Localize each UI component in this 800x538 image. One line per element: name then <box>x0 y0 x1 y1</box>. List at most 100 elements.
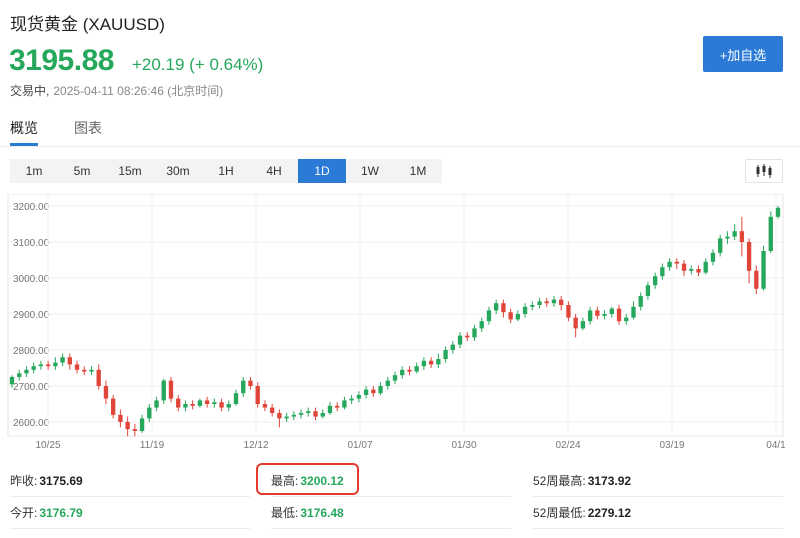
price-chart[interactable]: 3200.00 3100.00 3000.00 2900.00 2800.00 2700.… <box>0 194 800 456</box>
y-tick-label: 2800.00 <box>13 346 50 357</box>
add-watchlist-button[interactable]: +加自选 <box>703 36 783 72</box>
candle-body <box>269 407 275 413</box>
y-tick-label: 3100.00 <box>13 238 50 249</box>
candle-body <box>53 362 58 367</box>
candle-body <box>718 238 723 253</box>
candle-body <box>602 314 607 316</box>
candle-body <box>378 386 383 394</box>
stats-divider <box>533 528 783 529</box>
candle-body <box>725 236 730 239</box>
candle-body <box>248 380 253 386</box>
candle-body <box>111 398 116 415</box>
candle-body <box>132 429 138 431</box>
stats-divider <box>533 496 783 497</box>
period-4h[interactable]: 4H <box>250 159 298 183</box>
period-15m[interactable]: 15m <box>106 159 154 183</box>
candle-body <box>349 398 354 401</box>
stat-52w-low: 52周最低: 2279.12 <box>533 504 631 521</box>
w52-high-label: 52周最高: <box>533 474 586 488</box>
candle-body <box>96 369 101 386</box>
candle-body <box>320 413 325 417</box>
candle-body <box>385 380 390 386</box>
candle-body <box>335 405 340 408</box>
candle-body <box>118 414 123 422</box>
candle-body <box>356 395 362 399</box>
w52-low-label: 52周最低: <box>533 506 586 520</box>
y-tick-label: 2600.00 <box>13 418 50 429</box>
candle-body <box>233 393 239 404</box>
period-1mo[interactable]: 1M <box>394 159 442 183</box>
candle-body <box>154 400 159 408</box>
candle-body <box>494 303 499 311</box>
candle-body <box>284 416 289 419</box>
period-1d[interactable]: 1D <box>298 159 346 183</box>
candle-body <box>392 375 398 381</box>
candle-body <box>24 369 29 374</box>
x-tick-label: 01/07 <box>347 440 372 451</box>
period-1h[interactable]: 1H <box>202 159 250 183</box>
candle-body <box>681 263 687 271</box>
candle-body <box>204 400 210 404</box>
candle-body <box>472 328 477 338</box>
candlestick-icon <box>756 164 772 178</box>
y-tick-label: 2700.00 <box>13 382 50 393</box>
candle-body <box>103 386 109 399</box>
stats-divider <box>271 528 511 529</box>
stats-panel: 昨收: 3175.69 今开: 3176.79 最高: 3200.12 最低: … <box>0 460 800 538</box>
candle-body <box>45 364 51 367</box>
chart-type-button[interactable] <box>745 159 783 183</box>
candle-body <box>508 312 513 320</box>
candle-body <box>566 305 571 318</box>
w52-low-value: 2279.12 <box>587 505 632 520</box>
y-tick-label: 3000.00 <box>13 274 50 285</box>
candle-body <box>465 335 470 338</box>
candle-body <box>31 366 36 370</box>
candle-body <box>624 317 629 322</box>
y-tick-label: 2900.00 <box>13 310 50 321</box>
candle-body <box>291 414 296 417</box>
candle-body <box>559 299 564 305</box>
candle-body <box>443 350 448 359</box>
candle-body <box>436 359 441 365</box>
highlight-box <box>256 463 359 495</box>
period-30m[interactable]: 30m <box>154 159 202 183</box>
stat-52w-high: 52周最高: 3173.92 <box>533 472 631 489</box>
candle-body <box>515 314 521 320</box>
candle-body <box>125 422 130 430</box>
candle-body <box>277 413 282 419</box>
candle-body <box>298 413 304 415</box>
candle-body <box>609 308 614 314</box>
prev-close-label: 昨收: <box>10 474 38 488</box>
candle-body <box>74 364 80 370</box>
w52-high-value: 3173.92 <box>587 473 632 488</box>
candle-body <box>551 299 557 304</box>
period-1w[interactable]: 1W <box>346 159 394 183</box>
candle-body <box>530 305 535 307</box>
candle-body <box>147 407 152 419</box>
tab-overview[interactable]: 概览 <box>10 118 38 146</box>
candle-body <box>645 285 651 296</box>
tabs-divider <box>0 146 800 147</box>
candle-body <box>241 380 246 394</box>
period-1m[interactable]: 1m <box>10 159 58 183</box>
candle-body <box>739 231 745 242</box>
candle-body <box>400 369 405 376</box>
candle-body <box>775 207 781 217</box>
candle-body <box>761 251 766 289</box>
tab-chart[interactable]: 图表 <box>74 118 102 146</box>
x-tick-label: 10/25 <box>35 440 60 451</box>
candle-body <box>176 398 181 408</box>
candle-body <box>407 369 412 372</box>
candle-body <box>212 402 217 404</box>
candle-body <box>17 373 22 377</box>
period-selector: 1m 5m 15m 30m 1H 4H 1D 1W 1M <box>10 159 442 183</box>
candle-body <box>638 296 643 307</box>
candle-body <box>703 261 708 273</box>
candle-body <box>197 400 203 406</box>
candle-body <box>754 270 759 289</box>
period-5m[interactable]: 5m <box>58 159 106 183</box>
x-tick-label: 11/19 <box>140 440 165 451</box>
chart-frame <box>7 194 784 437</box>
x-tick-label: 04/1 <box>766 440 786 451</box>
candle-body <box>595 310 600 316</box>
